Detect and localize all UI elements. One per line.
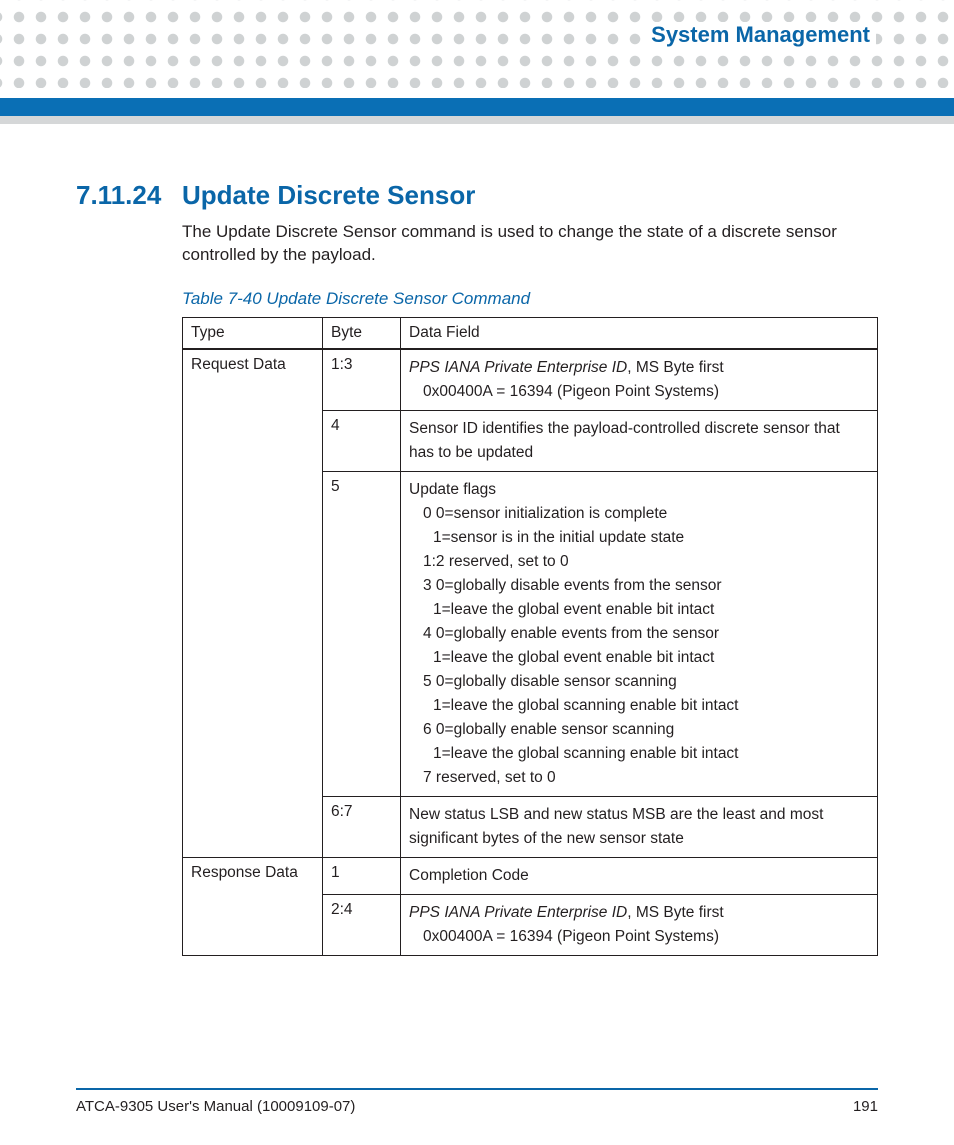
col-header-data-field: Data Field (401, 317, 878, 349)
data-field-line: 0 0=sensor initialization is complete (409, 502, 869, 526)
table-row: Response Data1Completion Code (183, 858, 878, 895)
byte-cell: 4 (323, 410, 401, 471)
data-field-line: 0x00400A = 16394 (Pigeon Point Systems) (409, 380, 869, 404)
data-field-line: 1=sensor is in the initial update state (409, 526, 869, 550)
data-field-cell: PPS IANA Private Enterprise ID, MS Byte … (401, 895, 878, 956)
table-header-row: Type Byte Data Field (183, 317, 878, 349)
data-field-cell: Update flags0 0=sensor initialization is… (401, 471, 878, 796)
section-number: 7.11.24 (76, 180, 168, 211)
data-field-line: PPS IANA Private Enterprise ID, MS Byte … (409, 356, 869, 380)
data-field-line: 1=leave the global scanning enable bit i… (409, 742, 869, 766)
data-field-line: 6 0=globally enable sensor scanning (409, 718, 869, 742)
data-field-line: 5 0=globally disable sensor scanning (409, 670, 869, 694)
col-header-byte: Byte (323, 317, 401, 349)
section-heading: 7.11.24 Update Discrete Sensor (76, 180, 878, 211)
data-field-line: 1:2 reserved, set to 0 (409, 550, 869, 574)
content: 7.11.24 Update Discrete Sensor The Updat… (76, 180, 878, 956)
type-cell: Request Data (183, 349, 323, 858)
data-field-line: 1=leave the global event enable bit inta… (409, 646, 869, 670)
data-field-cell: Sensor ID identifies the payload-control… (401, 410, 878, 471)
byte-cell: 1:3 (323, 349, 401, 411)
header-blue-bar (0, 98, 954, 124)
data-field-line: Completion Code (409, 864, 869, 888)
page-number: 191 (853, 1098, 878, 1115)
page: System Management 7.11.24 Update Discret… (0, 0, 954, 1145)
type-cell: Response Data (183, 858, 323, 956)
data-field-cell: Completion Code (401, 858, 878, 895)
section-intro: The Update Discrete Sensor command is us… (182, 221, 878, 267)
data-field-line: Sensor ID identifies the payload-control… (409, 417, 869, 465)
byte-cell: 6:7 (323, 797, 401, 858)
byte-cell: 1 (323, 858, 401, 895)
data-field-line: 7 reserved, set to 0 (409, 766, 869, 790)
data-field-line: PPS IANA Private Enterprise ID, MS Byte … (409, 901, 869, 925)
table-body: Request Data1:3 PPS IANA Private Enterpri… (183, 349, 878, 956)
manual-title: ATCA-9305 User's Manual (10009109-07) (76, 1098, 355, 1115)
data-field-cell: PPS IANA Private Enterprise ID, MS Byte … (401, 349, 878, 411)
section-title: Update Discrete Sensor (182, 180, 475, 211)
table-row: Request Data1:3PPS IANA Private Enterpri… (183, 349, 878, 411)
command-table: Type Byte Data Field Request Data1:3 PPS … (182, 317, 878, 956)
data-field-line: Update flags (409, 478, 869, 502)
table-caption: Table 7-40 Update Discrete Sensor Comman… (182, 289, 878, 309)
col-header-type: Type (183, 317, 323, 349)
byte-cell: 5 (323, 471, 401, 796)
data-field-line: 3 0=globally disable events from the sen… (409, 574, 869, 598)
data-field-line: 4 0=globally enable events from the sens… (409, 622, 869, 646)
data-field-line: 1=leave the global scanning enable bit i… (409, 694, 869, 718)
chapter-title: System Management (641, 22, 876, 48)
data-field-cell: New status LSB and new status MSB are th… (401, 797, 878, 858)
page-footer: ATCA-9305 User's Manual (10009109-07) 19… (76, 1088, 878, 1115)
byte-cell: 2:4 (323, 895, 401, 956)
data-field-line: New status LSB and new status MSB are th… (409, 803, 869, 851)
data-field-line: 0x00400A = 16394 (Pigeon Point Systems) (409, 925, 869, 949)
data-field-line: 1=leave the global event enable bit inta… (409, 598, 869, 622)
